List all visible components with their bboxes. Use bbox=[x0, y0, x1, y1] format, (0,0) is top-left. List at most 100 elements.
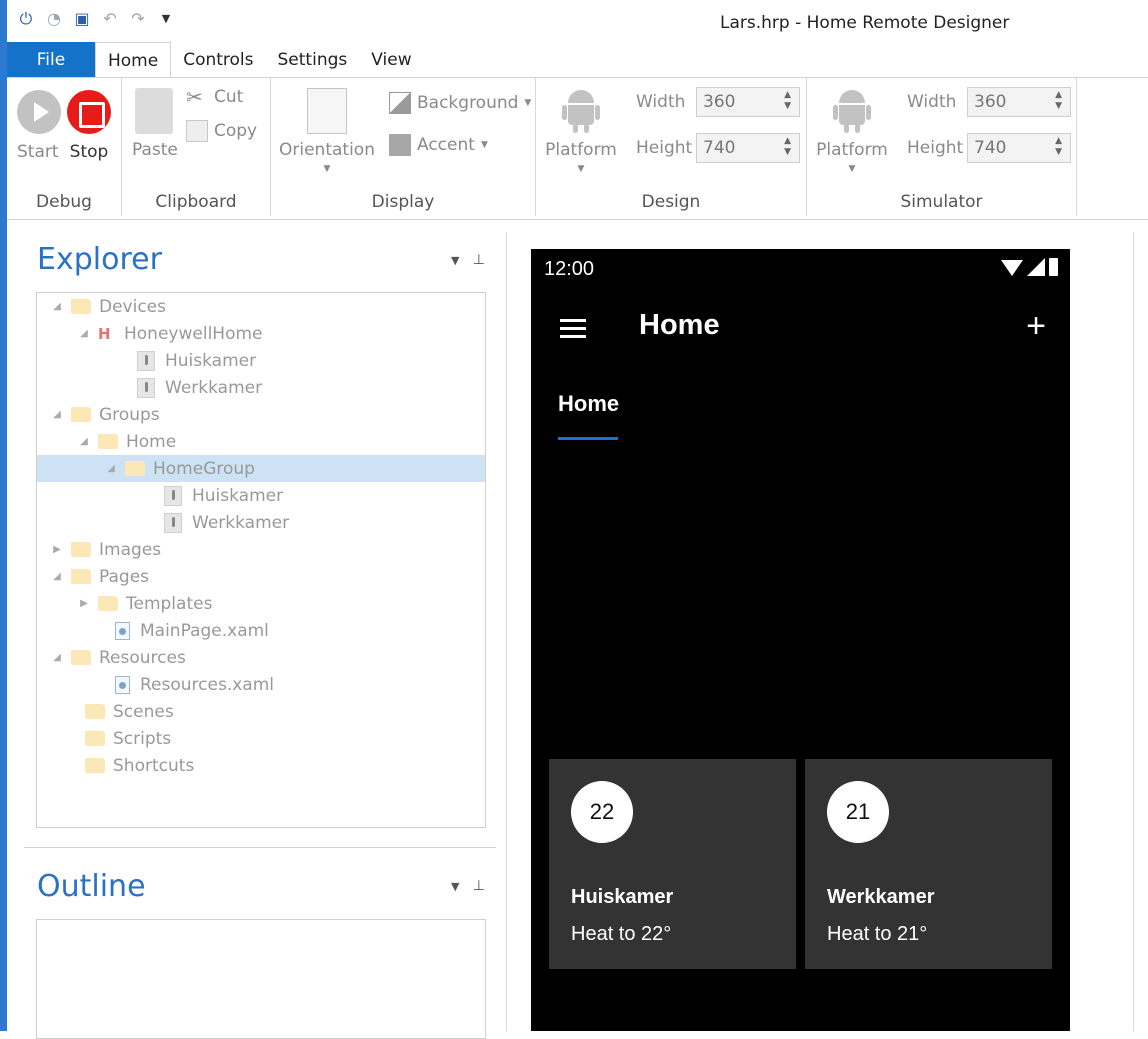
expand-icon[interactable]: ▶ bbox=[49, 544, 65, 555]
design-height-input[interactable]: 740 ▲ ▼ bbox=[696, 133, 800, 163]
tree-node-scenes[interactable]: Scenes bbox=[37, 698, 174, 725]
tree-node-home[interactable]: ◢ Home bbox=[37, 428, 176, 455]
tab-view[interactable]: View bbox=[359, 42, 423, 78]
tree-node-honeywellhome[interactable]: ◢ H HoneywellHome bbox=[37, 320, 262, 347]
tree-node-werkkamer[interactable]: Werkkamer bbox=[37, 509, 289, 536]
app-power-icon[interactable]: ⏻ bbox=[15, 8, 37, 30]
tree-node-werkkamer[interactable]: Werkkamer bbox=[37, 374, 262, 401]
tree-node-huiskamer[interactable]: Huiskamer bbox=[37, 347, 256, 374]
tree-node-groups[interactable]: ◢ Groups bbox=[37, 401, 159, 428]
tree-node-shortcuts[interactable]: Shortcuts bbox=[37, 752, 194, 779]
collapse-icon[interactable]: ◢ bbox=[49, 301, 65, 312]
tree-node-templates[interactable]: ▶ Templates bbox=[37, 590, 212, 617]
tree-node-resources[interactable]: ◢ Resources bbox=[37, 644, 186, 671]
group-debug: Start Stop Debug bbox=[7, 78, 122, 216]
tab-file[interactable]: File bbox=[7, 42, 95, 78]
group-label-design: Design bbox=[641, 192, 701, 212]
collapse-icon[interactable]: ◢ bbox=[103, 463, 119, 474]
chevron-down-icon: ▼ bbox=[848, 164, 856, 174]
orientation-button[interactable]: Orientation ▼ bbox=[279, 88, 375, 174]
collapse-icon[interactable]: ◢ bbox=[76, 436, 92, 447]
accent-button[interactable]: Accent ▼ bbox=[389, 134, 488, 156]
design-platform-button[interactable]: Platform ▼ bbox=[544, 88, 618, 174]
thermostat-tile[interactable]: 21 Werkkamer Heat to 21° bbox=[805, 759, 1052, 969]
spinner-arrows-icon[interactable]: ▲ ▼ bbox=[1055, 136, 1062, 158]
design-height-label: Height bbox=[636, 138, 693, 158]
temperature-badge: 21 bbox=[827, 781, 889, 843]
ribbon-tabs: File Home Controls Settings View bbox=[7, 42, 1148, 78]
folder-icon bbox=[85, 704, 105, 719]
tree-node-images[interactable]: ▶ Images bbox=[37, 536, 161, 563]
pin-icon[interactable]: ⊥ bbox=[473, 878, 485, 894]
simulator-height-input[interactable]: 740 ▲ ▼ bbox=[967, 133, 1071, 163]
panel-divider[interactable] bbox=[24, 847, 496, 848]
tab-controls[interactable]: Controls bbox=[171, 42, 265, 78]
group-label-clipboard: Clipboard bbox=[155, 192, 237, 212]
expand-icon[interactable]: ▶ bbox=[76, 598, 92, 609]
tree-node-homegroup[interactable]: ◢ HomeGroup bbox=[37, 455, 485, 482]
pin-icon[interactable]: ⊥ bbox=[473, 252, 485, 268]
window-title: Lars.hrp - Home Remote Designer bbox=[720, 13, 1010, 33]
folder-icon bbox=[98, 596, 118, 611]
tree-node-scripts[interactable]: Scripts bbox=[37, 725, 171, 752]
save-icon[interactable]: ▣ bbox=[71, 8, 93, 30]
outline-panel-controls: ▼ ⊥ bbox=[451, 878, 485, 894]
battery-icon bbox=[1049, 258, 1058, 276]
background-color-icon bbox=[389, 92, 411, 114]
thermostat-icon bbox=[137, 350, 155, 371]
chevron-down-icon: ▼ bbox=[480, 140, 488, 150]
app-window: ⏻ ◔ ▣ ↶ ↷ ▼ Lars.hrp - Home Remote Desig… bbox=[0, 0, 1148, 1039]
collapse-icon[interactable]: ◢ bbox=[76, 328, 92, 339]
chevron-down-icon: ▼ bbox=[524, 98, 532, 108]
spinner-arrows-icon[interactable]: ▲ ▼ bbox=[784, 90, 791, 112]
tree-node-devices[interactable]: ◢ Devices bbox=[37, 293, 166, 320]
chevron-down-icon: ▼ bbox=[323, 164, 331, 174]
folder-icon bbox=[71, 569, 91, 584]
open-icon[interactable]: ◔ bbox=[43, 8, 65, 30]
thermostat-tile[interactable]: 22 Huiskamer Heat to 22° bbox=[549, 759, 796, 969]
tree-node-huiskamer[interactable]: Huiskamer bbox=[37, 482, 283, 509]
cut-button[interactable]: ✂ Cut bbox=[186, 86, 243, 108]
splitter-right[interactable] bbox=[1133, 232, 1134, 1031]
tree-node-resources-xaml[interactable]: Resources.xaml bbox=[37, 671, 274, 698]
spinner-arrows-icon[interactable]: ▲ ▼ bbox=[784, 136, 791, 158]
undo-icon[interactable]: ↶ bbox=[99, 8, 121, 30]
background-button[interactable]: Background ▼ bbox=[389, 92, 531, 114]
redo-icon[interactable]: ↷ bbox=[127, 8, 149, 30]
tree-node-pages[interactable]: ◢ Pages bbox=[37, 563, 149, 590]
splitter[interactable] bbox=[506, 232, 507, 1031]
group-label-simulator: Simulator bbox=[900, 192, 983, 212]
plus-icon[interactable]: + bbox=[1026, 307, 1046, 346]
copy-button[interactable]: Copy bbox=[186, 120, 257, 142]
chevron-down-icon[interactable]: ▼ bbox=[451, 254, 459, 267]
menu-icon[interactable] bbox=[560, 319, 586, 343]
simulator-width-input[interactable]: 360 ▲ ▼ bbox=[967, 87, 1071, 117]
paste-button[interactable]: Paste bbox=[132, 88, 178, 160]
explorer-tree: ◢ Devices ◢ H HoneywellHome Huiskamer Werkk… bbox=[36, 292, 486, 828]
copy-icon bbox=[186, 120, 208, 142]
start-button[interactable]: Start bbox=[17, 90, 61, 162]
honeywell-icon: H bbox=[98, 324, 111, 343]
spinner-arrows-icon[interactable]: ▲ ▼ bbox=[1055, 90, 1062, 112]
simulator-platform-button[interactable]: Platform ▼ bbox=[815, 88, 889, 174]
stop-button[interactable]: Stop bbox=[67, 90, 111, 162]
collapse-icon[interactable]: ◢ bbox=[49, 652, 65, 663]
tile-name: Huiskamer bbox=[571, 886, 674, 908]
tab-home-page[interactable]: Home bbox=[558, 391, 619, 417]
collapse-icon[interactable]: ◢ bbox=[49, 409, 65, 420]
outline-title: Outline bbox=[37, 869, 146, 904]
accent-color-icon bbox=[389, 134, 411, 156]
tab-settings[interactable]: Settings bbox=[266, 42, 360, 78]
tile-status: Heat to 21° bbox=[827, 923, 928, 945]
customize-toolbar-icon[interactable]: ▼ bbox=[155, 8, 177, 30]
tile-status: Heat to 22° bbox=[571, 923, 672, 945]
tab-indicator bbox=[558, 437, 618, 440]
thermostat-icon bbox=[164, 485, 182, 506]
tab-home[interactable]: Home bbox=[95, 42, 172, 78]
collapse-icon[interactable]: ◢ bbox=[49, 571, 65, 582]
chevron-down-icon[interactable]: ▼ bbox=[451, 880, 459, 893]
play-icon bbox=[17, 90, 61, 134]
folder-icon bbox=[71, 299, 91, 314]
design-width-input[interactable]: 360 ▲ ▼ bbox=[696, 87, 800, 117]
tree-node-mainpage[interactable]: MainPage.xaml bbox=[37, 617, 269, 644]
